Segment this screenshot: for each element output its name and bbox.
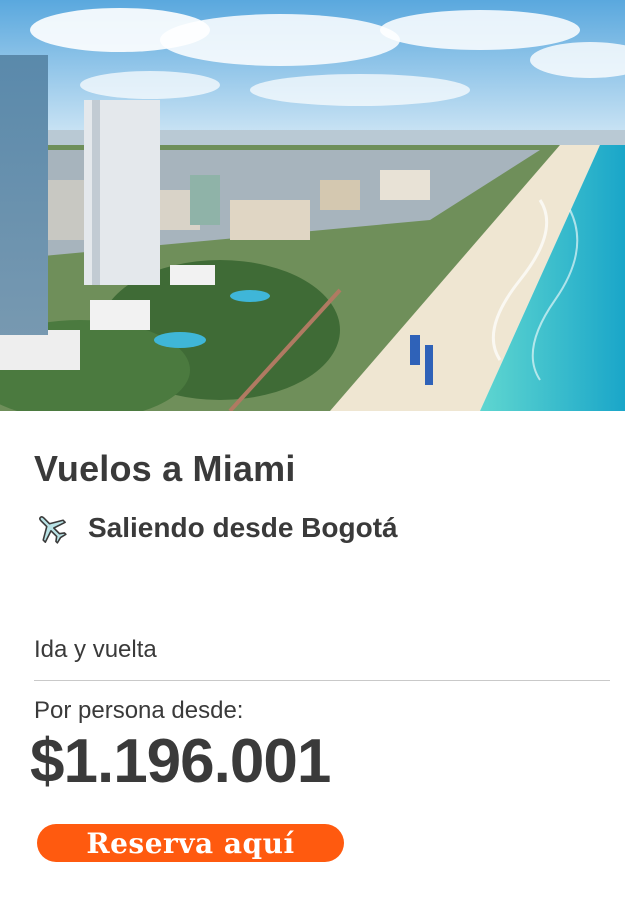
- price-label: Por persona desde:: [34, 697, 244, 724]
- airplane-icon: [39, 516, 67, 544]
- hero-image: [0, 0, 625, 411]
- price-value: $1.196.001: [30, 727, 331, 796]
- origin-row: Saliendo desde Bogotá: [34, 508, 398, 548]
- divider: [34, 680, 610, 681]
- trip-type: Ida y vuelta: [34, 636, 157, 663]
- reserve-button[interactable]: Reserva aquí: [37, 824, 344, 862]
- page-title: Vuelos a Miami: [34, 448, 296, 489]
- origin-text: Saliendo desde Bogotá: [88, 512, 398, 543]
